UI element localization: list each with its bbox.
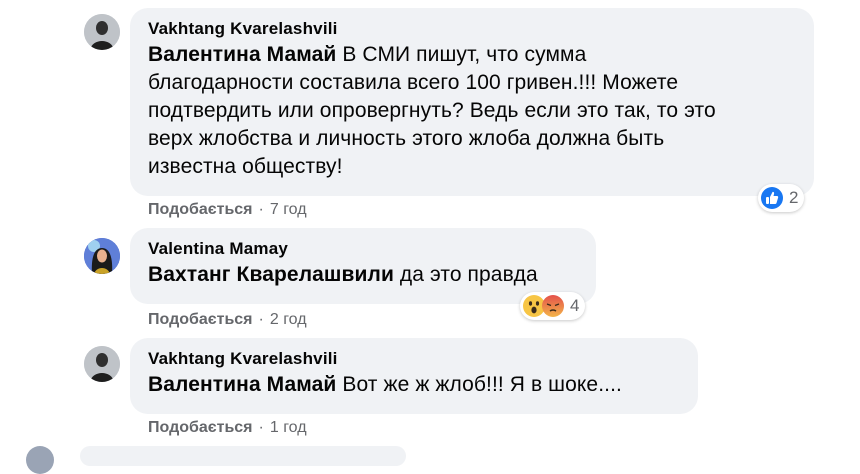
reaction-count: 4 [570,296,580,315]
mention-link[interactable]: Валентина Мамай [148,373,336,396]
next-bubble-partial [80,446,406,466]
comment-line: да это правда [393,263,538,286]
comment-bubble: Vakhtang Kvarelashvili Валентина Мамай В… [130,8,814,196]
comment-text: Вахтанг Кварелашвили да это правда [148,261,578,289]
timestamp[interactable]: 2 год [270,311,307,328]
comment-line: верх жлобства и личность этого жлоба дол… [148,127,665,150]
comment-meta: Подобається · 7 год [148,200,307,220]
timestamp[interactable]: 1 год [270,419,307,436]
comment-meta: Подобається · 2 год [148,310,307,330]
separator: · [258,419,264,436]
comment-text: Валентина Мамай Вот же ж жлоб!!! Я в шок… [148,371,680,399]
comment-line: Вот же ж жлоб!!! Я в шоке.... [336,373,622,396]
avatar[interactable] [84,346,120,382]
like-icon [761,187,783,209]
comment-line: известна обществу! [148,155,343,178]
comment-text: Валентина Мамай В СМИ пишут, что сумма б… [148,41,796,181]
author-name[interactable]: Vakhtang Kvarelashvili [148,17,796,41]
comment-bubble: Valentina Mamay Вахтанг Кварелашвили да … [130,228,596,304]
angry-icon [542,295,564,317]
separator: · [258,201,264,218]
like-button[interactable]: Подобається [148,419,253,436]
avatar[interactable] [84,238,120,274]
next-avatar-partial [26,446,54,474]
reaction-count: 2 [789,188,799,207]
mention-link[interactable]: Валентина Мамай [148,43,336,66]
timestamp[interactable]: 7 год [270,201,307,218]
separator: · [258,311,264,328]
mention-link[interactable]: Вахтанг Кварелашвили [148,263,394,286]
like-button[interactable]: Подобається [148,201,253,218]
author-name[interactable]: Valentina Mamay [148,237,578,261]
comment-line: подтвердить или опровергнуть? Ведь если … [148,99,716,122]
like-button[interactable]: Подобається [148,311,253,328]
author-name[interactable]: Vakhtang Kvarelashvili [148,347,680,371]
comment-meta: Подобається · 1 год [148,418,307,438]
comment-bubble: Vakhtang Kvarelashvili Валентина Мамай В… [130,338,698,414]
comment-line: В СМИ пишут, что сумма [336,43,587,66]
reactions-summary[interactable]: 2 [758,184,805,212]
reactions-summary[interactable]: 4 [520,292,586,320]
avatar[interactable] [84,14,120,50]
comment-line: благодарности составила всего 100 гривен… [148,71,679,94]
